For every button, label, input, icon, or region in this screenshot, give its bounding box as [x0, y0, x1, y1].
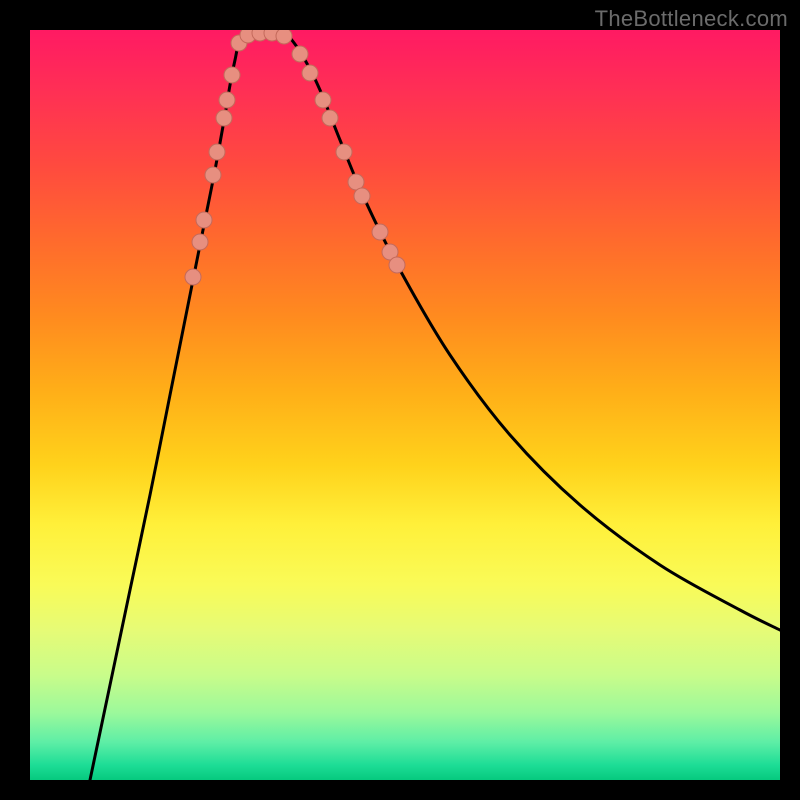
data-marker: [192, 234, 208, 250]
data-marker: [372, 224, 388, 240]
plot-area: [30, 30, 780, 780]
data-marker: [205, 167, 221, 183]
data-marker: [219, 92, 235, 108]
data-marker: [224, 67, 240, 83]
data-marker: [315, 92, 331, 108]
data-marker: [336, 144, 352, 160]
data-marker: [216, 110, 232, 126]
data-marker: [389, 257, 405, 273]
watermark-text: TheBottleneck.com: [595, 6, 788, 32]
data-marker: [354, 188, 370, 204]
data-marker: [185, 269, 201, 285]
data-marker: [196, 212, 212, 228]
curve-path: [90, 32, 780, 780]
chart-frame: TheBottleneck.com: [0, 0, 800, 800]
data-marker: [322, 110, 338, 126]
data-marker: [292, 46, 308, 62]
bottleneck-curve: [30, 30, 780, 780]
data-marker: [276, 30, 292, 44]
data-marker: [209, 144, 225, 160]
data-marker: [302, 65, 318, 81]
